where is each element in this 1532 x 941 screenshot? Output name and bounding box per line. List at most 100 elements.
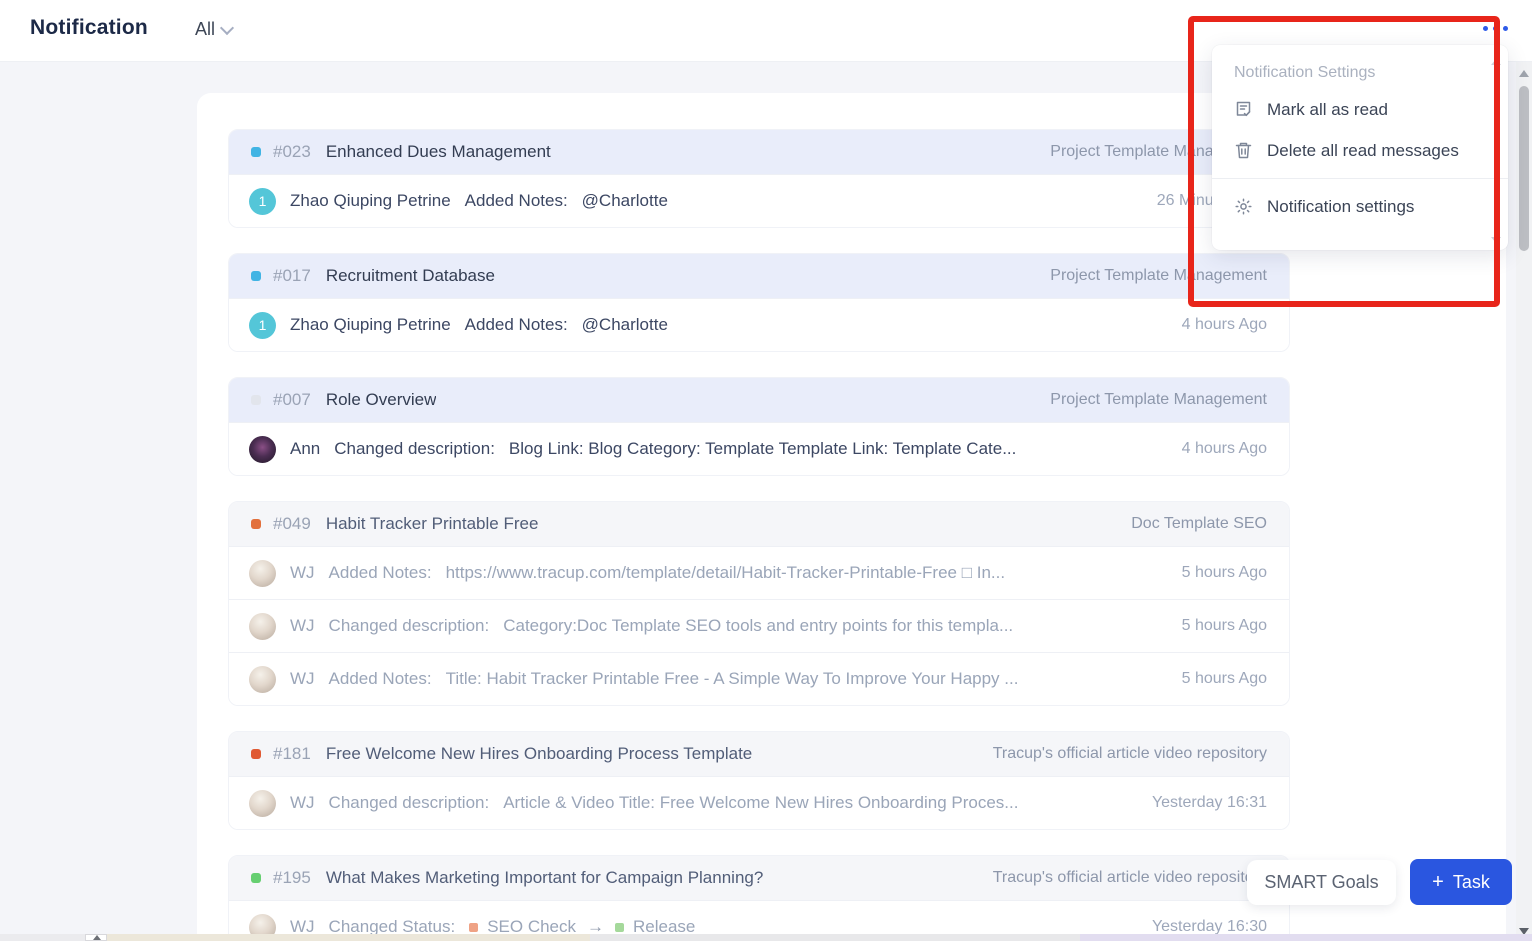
menu-section-label: Notification Settings (1212, 57, 1508, 89)
mark-read-icon (1234, 100, 1253, 119)
menu-scroll-down-icon[interactable] (1491, 237, 1501, 243)
status-bullet (251, 749, 261, 759)
notification-group-header[interactable]: #017 Recruitment Database Project Templa… (229, 254, 1289, 298)
user-name: WJ (290, 563, 315, 583)
action-label: Changed description: (329, 793, 490, 813)
avatar (249, 666, 276, 693)
avatar (249, 790, 276, 817)
status-from-square (469, 923, 478, 932)
action-label: Added Notes: (465, 191, 568, 211)
notification-group: #023 Enhanced Dues Management Project Te… (228, 129, 1290, 228)
notification-row[interactable]: 1 Zhao Qiuping Petrine Added Notes: @Cha… (229, 298, 1289, 351)
timestamp: 5 hours Ago (1162, 617, 1267, 635)
status-bullet (251, 271, 261, 281)
bottom-edge-strip (107, 934, 590, 941)
avatar: 1 (249, 312, 276, 339)
avatar-initial: 1 (259, 317, 267, 333)
timestamp: Yesterday 16:31 (1132, 794, 1267, 812)
menu-item-mark-all-read[interactable]: Mark all as read (1212, 89, 1508, 130)
timestamp: 4 hours Ago (1162, 440, 1267, 458)
bottom-edge-strip (590, 934, 1080, 941)
project-label: Doc Template SEO (1111, 515, 1267, 533)
scrollbar-up-icon[interactable] (1519, 70, 1529, 77)
menu-item-label: Delete all read messages (1267, 141, 1459, 161)
task-id: #007 (273, 390, 311, 410)
dot-icon (1483, 26, 1488, 31)
user-name: Zhao Qiuping Petrine (290, 191, 451, 211)
action-content: Blog Link: Blog Category: Template Templ… (509, 439, 1016, 459)
notification-group: #049 Habit Tracker Printable Free Doc Te… (228, 501, 1290, 706)
menu-divider (1212, 178, 1508, 179)
timestamp: 4 hours Ago (1162, 316, 1267, 334)
add-task-button[interactable]: + Task (1410, 859, 1512, 905)
notification-group: #181 Free Welcome New Hires Onboarding P… (228, 731, 1290, 830)
user-name: WJ (290, 793, 315, 813)
bottom-edge-strip (1080, 934, 1532, 941)
filter-label: All (195, 19, 215, 40)
notification-group: #017 Recruitment Database Project Templa… (228, 253, 1290, 352)
action-content: @Charlotte (582, 315, 668, 335)
action-label: Changed description: (334, 439, 495, 459)
avatar (249, 613, 276, 640)
notification-row[interactable]: WJ Changed description: Article & Video … (229, 776, 1289, 829)
trash-icon (1234, 141, 1253, 160)
status-bullet (251, 147, 261, 157)
notification-group-header[interactable]: #023 Enhanced Dues Management Project Te… (229, 130, 1289, 174)
menu-item-label: Notification settings (1267, 197, 1414, 217)
action-label: Changed description: (329, 616, 490, 636)
menu-item-delete-all-read[interactable]: Delete all read messages (1212, 130, 1508, 171)
notification-group: #007 Role Overview Project Template Mana… (228, 377, 1290, 476)
menu-scroll-up-icon[interactable] (1491, 59, 1501, 65)
bottom-scroll-button (85, 934, 107, 941)
status-bullet (251, 873, 261, 883)
avatar (249, 560, 276, 587)
more-options-button[interactable] (1483, 26, 1508, 31)
project-label: Project Template Management (1030, 267, 1267, 285)
scrollbar-thumb[interactable] (1519, 86, 1529, 251)
task-title: Recruitment Database (326, 266, 495, 286)
notification-row[interactable]: WJ Changed description: Category:Doc Tem… (229, 599, 1289, 652)
task-title: Free Welcome New Hires Onboarding Proces… (326, 744, 752, 764)
chevron-down-icon (220, 20, 234, 34)
notification-group-header[interactable]: #181 Free Welcome New Hires Onboarding P… (229, 732, 1289, 776)
action-label: Added Notes: (465, 315, 568, 335)
notification-group-header[interactable]: #049 Habit Tracker Printable Free Doc Te… (229, 502, 1289, 546)
notification-settings-menu: Notification Settings Mark all as read D… (1212, 45, 1508, 250)
notification-group-header[interactable]: #195 What Makes Marketing Important for … (229, 856, 1289, 900)
notification-row[interactable]: 1 Zhao Qiuping Petrine Added Notes: @Cha… (229, 174, 1289, 227)
vertical-scrollbar[interactable] (1516, 62, 1532, 941)
dot-icon (1493, 26, 1498, 31)
action-label: Added Notes: (329, 563, 432, 583)
gear-icon (1234, 197, 1253, 216)
notification-list: #023 Enhanced Dues Management Project Te… (228, 129, 1290, 941)
page-title: Notification (30, 16, 148, 40)
task-title: Enhanced Dues Management (326, 142, 551, 162)
plus-icon: + (1432, 872, 1444, 892)
menu-item-notification-settings[interactable]: Notification settings (1212, 186, 1508, 227)
user-name: Ann (290, 439, 320, 459)
project-label: Tracup's official article video reposito… (973, 869, 1267, 887)
smart-goals-button[interactable]: SMART Goals (1247, 860, 1396, 905)
status-bullet (251, 395, 261, 405)
notification-group-header[interactable]: #007 Role Overview Project Template Mana… (229, 378, 1289, 422)
avatar: 1 (249, 188, 276, 215)
notification-group: #195 What Makes Marketing Important for … (228, 855, 1290, 941)
notification-row[interactable]: WJ Added Notes: https://www.tracup.com/t… (229, 546, 1289, 599)
action-content: @Charlotte (582, 191, 668, 211)
timestamp: 5 hours Ago (1162, 670, 1267, 688)
bottom-edge-strip (0, 934, 85, 941)
filter-dropdown[interactable]: All (195, 19, 232, 40)
avatar (249, 436, 276, 463)
action-label: Added Notes: (329, 669, 432, 689)
task-id: #049 (273, 514, 311, 534)
notification-row[interactable]: Ann Changed description: Blog Link: Blog… (229, 422, 1289, 475)
task-id: #017 (273, 266, 311, 286)
menu-item-label: Mark all as read (1267, 100, 1388, 120)
action-content: Article & Video Title: Free Welcome New … (503, 793, 1018, 813)
timestamp: 5 hours Ago (1162, 564, 1267, 582)
scroll-arrow-icon (93, 935, 101, 940)
status-bullet (251, 519, 261, 529)
user-name: Zhao Qiuping Petrine (290, 315, 451, 335)
action-content: Title: Habit Tracker Printable Free - A … (446, 669, 1019, 689)
notification-row[interactable]: WJ Added Notes: Title: Habit Tracker Pri… (229, 652, 1289, 705)
